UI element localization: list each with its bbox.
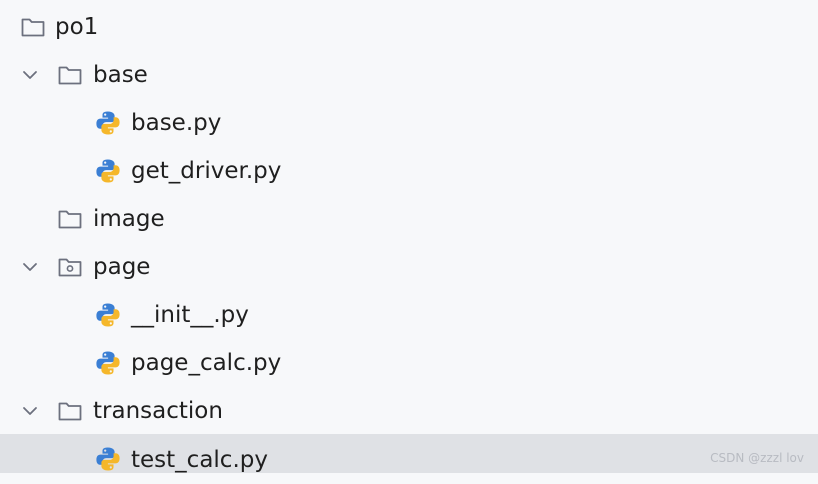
tree-item-label: get_driver.py xyxy=(131,158,282,184)
chevron-down-icon[interactable] xyxy=(20,257,40,277)
tree-item-test-calc-py[interactable]: test_calc.py xyxy=(0,434,818,473)
tree-item-label: test_calc.py xyxy=(131,447,268,473)
watermark: CSDN @zzzl lov xyxy=(710,451,804,465)
tree-item-transaction[interactable]: transaction xyxy=(0,387,818,435)
folder-icon xyxy=(20,14,46,40)
python-file-icon xyxy=(95,158,121,184)
tree-item-label: base.py xyxy=(131,110,222,136)
package-folder-icon xyxy=(57,254,83,280)
tree-item-label: po1 xyxy=(55,14,99,40)
tree-item-get-driver-py[interactable]: get_driver.py xyxy=(0,147,818,195)
python-file-icon xyxy=(95,302,121,328)
folder-icon xyxy=(57,206,83,232)
python-file-icon xyxy=(95,446,121,472)
python-file-icon xyxy=(95,350,121,376)
chevron-down-icon[interactable] xyxy=(20,401,40,421)
python-file-icon xyxy=(95,110,121,136)
tree-item-init-py[interactable]: __init__.py xyxy=(0,291,818,339)
tree-item-label: base xyxy=(93,62,148,88)
tree-item-image[interactable]: image xyxy=(0,195,818,243)
tree-item-base-py[interactable]: base.py xyxy=(0,99,818,147)
tree-item-label: __init__.py xyxy=(131,302,249,328)
folder-icon xyxy=(57,62,83,88)
tree-item-label: page xyxy=(93,254,151,280)
tree-item-page-calc-py[interactable]: page_calc.py xyxy=(0,339,818,387)
tree-item-page[interactable]: page xyxy=(0,243,818,291)
tree-item-po1[interactable]: po1 xyxy=(0,3,818,51)
tree-item-label: image xyxy=(93,206,165,232)
chevron-down-icon[interactable] xyxy=(20,65,40,85)
tree-item-base[interactable]: base xyxy=(0,51,818,99)
tree-item-label: transaction xyxy=(93,398,223,424)
folder-icon xyxy=(57,398,83,424)
project-tree: po1 base base.py get_driver.py image pag… xyxy=(0,0,818,473)
tree-item-label: page_calc.py xyxy=(131,350,282,376)
